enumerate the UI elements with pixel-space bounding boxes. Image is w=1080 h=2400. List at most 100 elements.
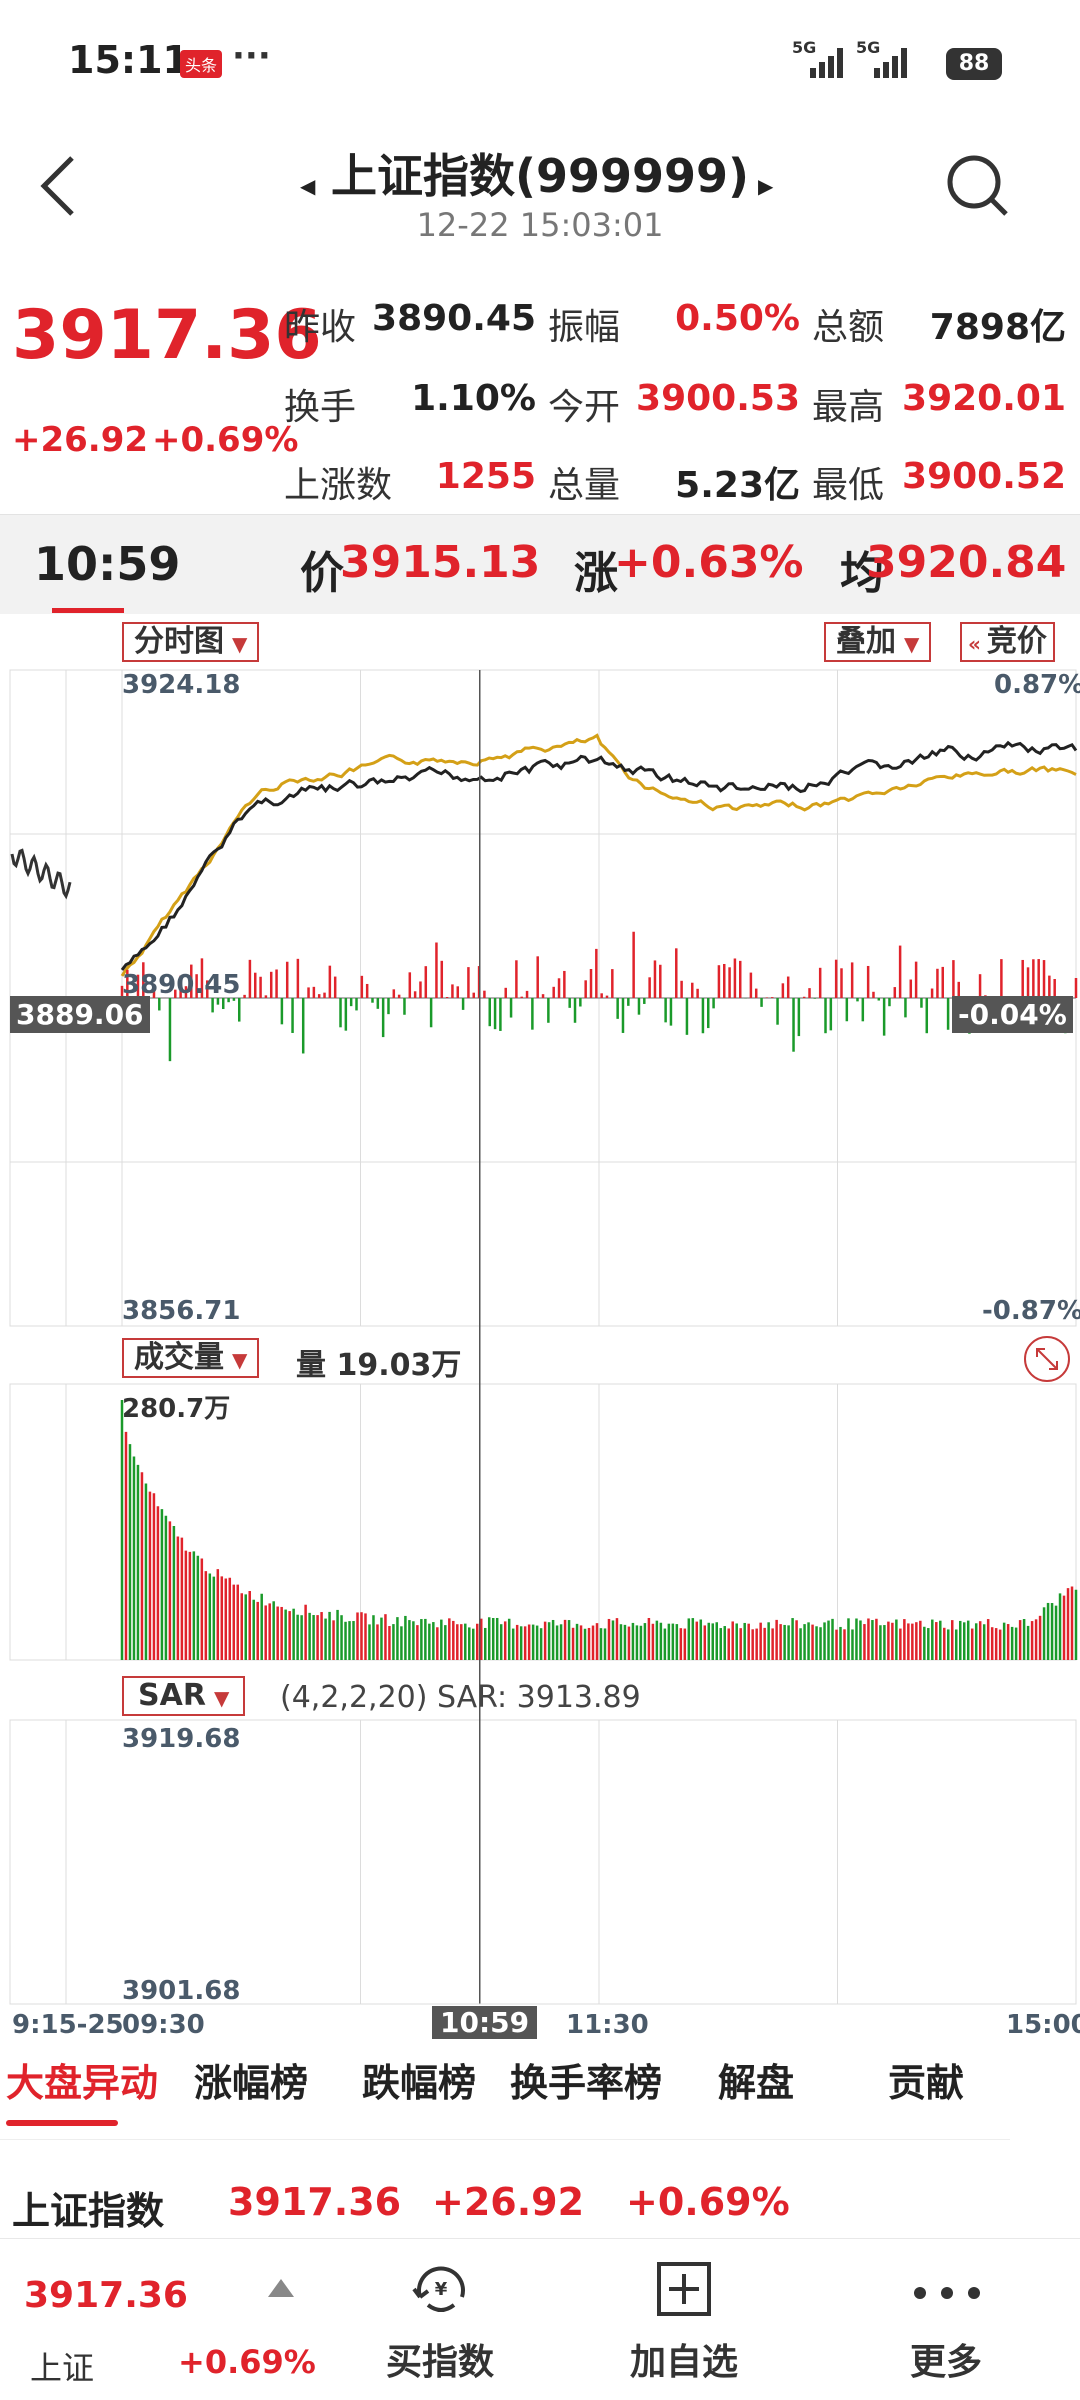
crosshair-time-underline xyxy=(52,608,124,613)
stat-label: 最低 xyxy=(812,465,885,506)
signal-icon-2 xyxy=(874,48,907,78)
stat-value: 3920.01 xyxy=(902,378,1066,419)
index-change: +26.92 xyxy=(432,2180,585,2224)
dropdown-arrow-icon: ▼ xyxy=(904,632,920,656)
more-notifications-icon: ··· xyxy=(232,36,271,76)
buy-index-label: 买指数 xyxy=(385,2342,494,2383)
collapse-left-icon: « xyxy=(968,632,981,656)
time-axis-cursor: 10:59 xyxy=(432,2006,538,2039)
stat-label: 上涨数 xyxy=(284,465,393,506)
up-arrow-icon[interactable] xyxy=(268,2279,294,2297)
add-watchlist-icon xyxy=(657,2262,711,2316)
stat-value: 5.23亿 xyxy=(675,465,800,506)
stat-value: 1255 xyxy=(435,456,536,497)
chart-mode-dropdown[interactable]: 分时图 ▼ xyxy=(122,622,260,662)
status-time: 15:11 xyxy=(68,38,189,82)
header: ◀ 上证指数(999999) ▶ 12-22 15:03:01 xyxy=(0,120,1080,270)
index-row[interactable]: 上证指数 3917.36 +26.92 +0.69% xyxy=(0,2160,1010,2240)
tab-losers[interactable]: 跌幅榜 xyxy=(362,2052,476,2107)
cursor-pct-tag: -0.04% xyxy=(952,996,1073,1033)
price-change: +26.92 xyxy=(12,420,149,460)
app-badge: 头条 xyxy=(180,50,223,78)
index-pct: +0.69% xyxy=(626,2180,790,2224)
pct-axis-top: 0.87% xyxy=(994,670,1080,700)
stat-label: 振幅 xyxy=(548,307,621,348)
stat-value: 0.50% xyxy=(675,298,800,339)
tab-gainers[interactable]: 涨幅榜 xyxy=(194,2052,308,2107)
add-watchlist-button[interactable]: 加自选 xyxy=(584,2239,784,2400)
bottom-name: 上证 xyxy=(30,2349,95,2387)
auction-line xyxy=(10,848,72,900)
bottom-pct: +0.69% xyxy=(178,2343,316,2381)
current-price: 3917.36 xyxy=(12,296,322,375)
price-axis-top: 3924.18 xyxy=(122,670,241,700)
sar-axis-bottom: 3901.68 xyxy=(122,1976,241,2006)
sar-label: SAR xyxy=(138,1678,206,1713)
stat-value: 7898亿 xyxy=(929,307,1066,348)
quote-panel: 3917.36 +26.92 +0.69% 昨收 3890.45 振幅 0.50% 总额… xyxy=(0,270,1080,514)
tab-analysis[interactable]: 解盘 xyxy=(718,2052,794,2107)
bottom-price: 3917.36 xyxy=(24,2275,188,2316)
stat-label: 今开 xyxy=(548,387,621,428)
sar-params: (4,2,2,20) SAR: 3913.89 xyxy=(280,1680,641,1715)
bottom-bar: 3917.36 上证 +0.69% ¥ 买指数 加自选 更多 xyxy=(0,2238,1080,2400)
crosshair-price-label: 价 xyxy=(300,548,344,599)
more-button[interactable]: 更多 xyxy=(846,2239,1046,2400)
index-name: 上证指数 xyxy=(12,2189,165,2233)
volume-label: 成交量 xyxy=(134,1340,224,1375)
stat-label: 总额 xyxy=(812,307,885,348)
add-watchlist-label: 加自选 xyxy=(629,2342,738,2383)
tab-contribution[interactable]: 贡献 xyxy=(888,2052,964,2107)
more-label: 更多 xyxy=(909,2342,982,2383)
volume-indicator-dropdown[interactable]: 成交量 ▼ xyxy=(122,1338,260,1378)
crosshair-avg: 3920.84 xyxy=(866,537,1067,588)
volume-axis-max: 280.7万 xyxy=(122,1394,231,1424)
buy-index-button[interactable]: ¥ 买指数 xyxy=(340,2239,540,2400)
tab-turnover[interactable]: 换手率榜 xyxy=(510,2052,662,2107)
stat-value: 3900.52 xyxy=(902,456,1066,497)
crosshair-info-bar: 10:59 价 3915.13 涨 +0.63% 均 3920.84 xyxy=(0,514,1080,614)
sar-indicator-dropdown[interactable]: SAR ▼ xyxy=(122,1676,246,1716)
pct-axis-bottom: -0.87% xyxy=(982,1296,1080,1326)
dropdown-arrow-icon: ▼ xyxy=(232,632,248,656)
sar-axis-top: 3919.68 xyxy=(122,1724,241,1754)
index-price: 3917.36 xyxy=(228,2180,402,2224)
stat-label: 最高 xyxy=(812,387,885,428)
crosshair-change: +0.63% xyxy=(614,537,804,588)
search-icon[interactable] xyxy=(944,152,1014,222)
sar-panel-frame xyxy=(9,1719,1077,2005)
auction-button[interactable]: «竞价 xyxy=(960,622,1055,662)
crosshair-price: 3915.13 xyxy=(340,537,541,588)
dropdown-arrow-icon: ▼ xyxy=(232,1348,248,1372)
overlay-label: 叠加 xyxy=(836,624,896,659)
time-axis-close: 15:00 xyxy=(1006,2010,1080,2040)
auction-label: 竞价 xyxy=(986,624,1047,659)
svg-text:¥: ¥ xyxy=(435,2279,448,2300)
price-change-pct: +0.69% xyxy=(152,420,299,460)
signal-icon xyxy=(810,48,843,78)
time-axis-open: 09:30 xyxy=(122,2010,205,2040)
more-dots-icon xyxy=(914,2287,980,2299)
time-axis-auction: 9:15-25 xyxy=(12,2010,124,2040)
overlay-dropdown[interactable]: 叠加 ▼ xyxy=(824,622,932,662)
expand-icon[interactable] xyxy=(1022,1334,1072,1384)
dropdown-arrow-icon: ▼ xyxy=(213,1686,230,1710)
time-axis-noon: 11:30 xyxy=(566,2010,649,2040)
active-tab-indicator xyxy=(6,2120,118,2126)
crosshair-change-label: 涨 xyxy=(574,548,618,599)
tab-market-movement[interactable]: 大盘异动 xyxy=(6,2052,158,2107)
market-tabs: 大盘异动 涨幅榜 跌幅榜 换手率榜 解盘 贡献 xyxy=(0,2040,1010,2140)
next-stock-icon[interactable]: ▶ xyxy=(758,174,773,198)
buy-index-icon: ¥ xyxy=(412,2266,465,2312)
stat-value: 3890.45 xyxy=(372,298,536,339)
current-volume: 量 19.03万 xyxy=(296,1348,462,1383)
price-axis-bottom: 3856.71 xyxy=(122,1296,241,1326)
battery-icon: 88 xyxy=(946,48,1002,80)
quote-datetime: 12-22 15:03:01 xyxy=(416,206,664,244)
stat-label: 换手 xyxy=(284,387,357,428)
stat-value: 1.10% xyxy=(411,378,536,419)
status-bar: 15:11 头条 ··· 5G 5G 88 xyxy=(0,0,1080,120)
page-title: 上证指数(999999) xyxy=(330,149,750,203)
cursor-price-tag: 3889.06 xyxy=(10,996,150,1033)
stat-label: 昨收 xyxy=(284,307,357,348)
